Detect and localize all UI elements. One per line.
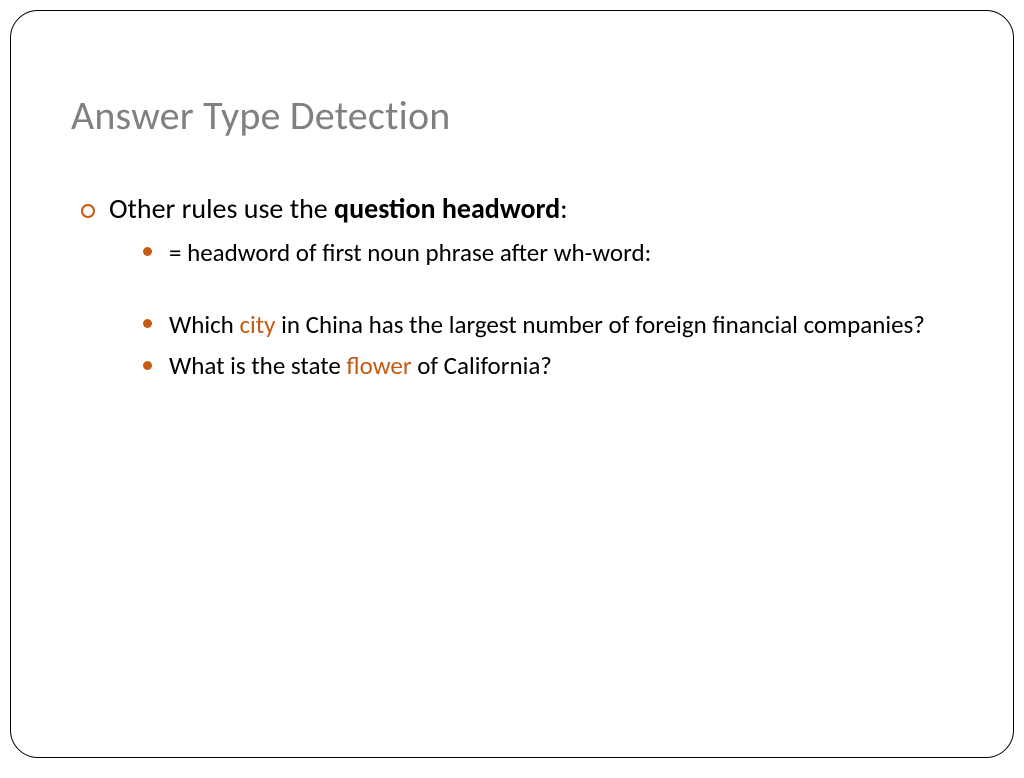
bullet-1-text-bold: question headword [334, 191, 560, 226]
sub-2-pre: Which [169, 309, 239, 340]
sub-bullet-1: = headword of first noun phrase after wh… [143, 236, 953, 270]
sub-bullet-list: = headword of first noun phrase after wh… [143, 236, 953, 383]
sub-2-highlight: city [239, 309, 275, 340]
spacer [143, 278, 953, 308]
bullet-1-text-post: : [560, 191, 568, 226]
sub-bullet-3: What is the state flower of California? [143, 349, 953, 383]
sub-3-pre: What is the state [169, 350, 346, 381]
bullet-1-text-pre: Other rules use the [109, 191, 334, 226]
sub-1-text: = headword of first noun phrase after wh… [169, 237, 651, 268]
bullet-item-1: Other rules use the question headword: =… [81, 190, 953, 383]
bullet-list: Other rules use the question headword: =… [81, 190, 953, 383]
sub-2-post: in China has the largest number of forei… [275, 309, 924, 340]
sub-bullet-2: Which city in China has the largest numb… [143, 308, 953, 342]
sub-3-highlight: flower [346, 350, 411, 381]
sub-3-post: of California? [412, 350, 552, 381]
slide-title: Answer Type Detection [71, 91, 953, 140]
slide-frame: Answer Type Detection Other rules use th… [10, 10, 1014, 758]
